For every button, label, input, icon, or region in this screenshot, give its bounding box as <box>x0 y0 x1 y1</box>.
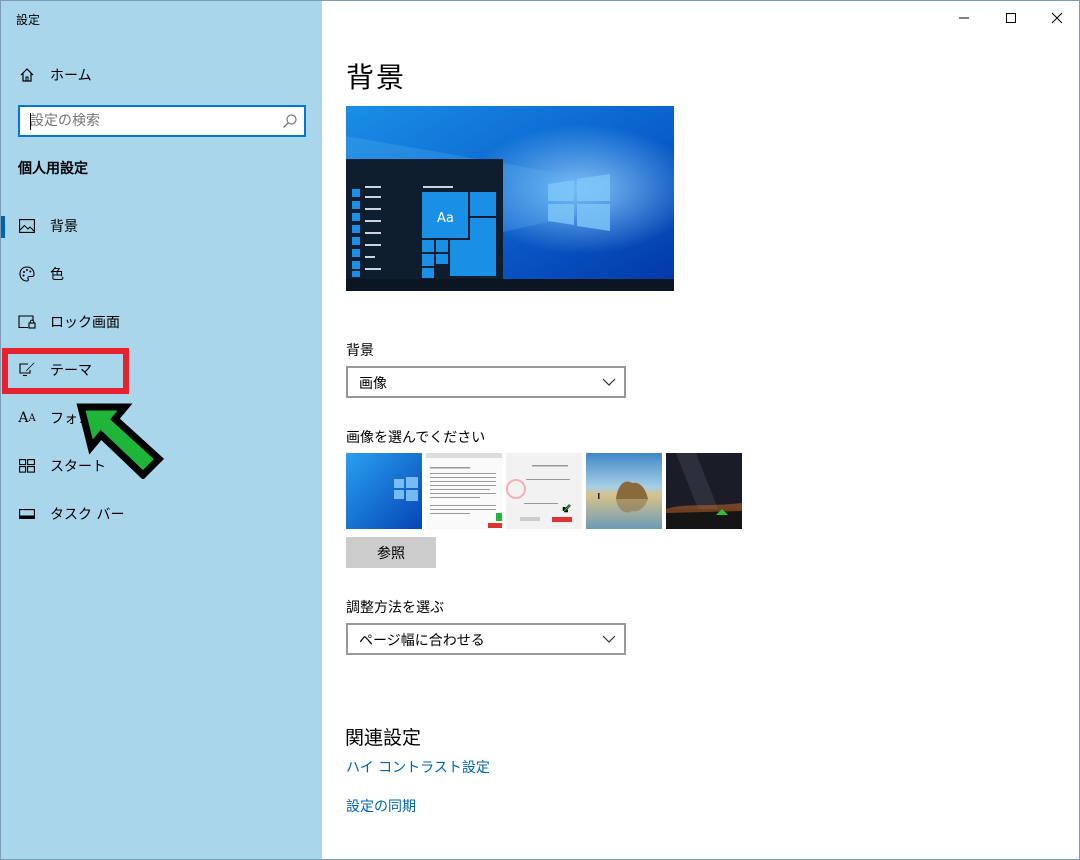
settings-window: 設定 ホーム 個人用設定 背景 色 <box>0 0 1080 860</box>
sidebar-item-lock-screen[interactable]: ロック画面 <box>1 302 322 342</box>
sidebar-item-taskbar[interactable]: タスク バー <box>1 494 322 534</box>
font-icon: AA <box>18 410 36 426</box>
search-box[interactable] <box>18 105 306 137</box>
sidebar-item-label: 背景 <box>50 219 78 235</box>
minimize-icon <box>959 17 969 19</box>
maximize-icon <box>1006 13 1016 23</box>
close-button[interactable] <box>1034 1 1079 35</box>
thumbnail-dialog-screenshot[interactable] <box>506 453 582 529</box>
taskbar-icon <box>18 505 36 523</box>
fit-dropdown[interactable]: ページ幅に合わせる <box>346 623 626 655</box>
sync-settings-link[interactable]: 設定の同期 <box>346 796 416 816</box>
chevron-down-icon <box>602 378 616 386</box>
start-tiles-icon <box>18 457 36 475</box>
page-title: 背景 <box>346 61 407 94</box>
background-label: 背景 <box>346 343 374 359</box>
related-settings-heading: 関連設定 <box>345 727 422 749</box>
app-title: 設定 <box>16 13 41 27</box>
thumbnail-windows-hero[interactable] <box>346 453 422 529</box>
background-type-dropdown[interactable]: 画像 <box>346 366 626 398</box>
picture-icon <box>18 217 36 235</box>
sidebar-item-background[interactable]: 背景 <box>1 206 322 246</box>
nav-home[interactable]: ホーム <box>1 55 322 95</box>
section-heading: 個人用設定 <box>18 161 88 177</box>
palette-icon <box>18 265 36 283</box>
sidebar: 設定 ホーム 個人用設定 背景 色 <box>1 1 322 859</box>
thumbnail-night-sky[interactable] <box>666 453 742 529</box>
lock-screen-icon <box>18 313 36 331</box>
search-input[interactable] <box>20 107 276 135</box>
sidebar-item-color[interactable]: 色 <box>1 254 322 294</box>
text-caret <box>30 113 31 130</box>
browse-button[interactable]: 参照 <box>346 537 436 568</box>
minimize-button[interactable] <box>941 1 987 35</box>
background-preview: Aa <box>346 106 674 291</box>
highlight-box <box>2 348 129 394</box>
preview-sample-text: Aa <box>437 211 454 226</box>
fit-label: 調整方法を選ぶ <box>346 600 444 616</box>
close-icon <box>1051 12 1063 24</box>
search-icon[interactable] <box>282 113 298 129</box>
home-icon <box>18 66 36 84</box>
sidebar-item-label: タスク バー <box>50 507 125 523</box>
annotation-arrow-icon <box>76 403 165 479</box>
thumbnail-document-screenshot[interactable] <box>426 453 502 529</box>
nav-home-label: ホーム <box>50 68 92 84</box>
thumbnail-beach-rocks[interactable] <box>586 453 662 529</box>
chevron-down-icon <box>602 635 616 643</box>
sidebar-item-label: 色 <box>50 267 64 283</box>
maximize-button[interactable] <box>988 1 1034 35</box>
dropdown-value: ページ幅に合わせる <box>359 633 485 649</box>
sidebar-item-label: ロック画面 <box>50 315 120 331</box>
dropdown-value: 画像 <box>359 376 387 392</box>
high-contrast-link[interactable]: ハイ コントラスト設定 <box>346 757 490 777</box>
choose-image-label: 画像を選んでください <box>346 430 486 446</box>
image-thumbnails <box>346 453 742 529</box>
